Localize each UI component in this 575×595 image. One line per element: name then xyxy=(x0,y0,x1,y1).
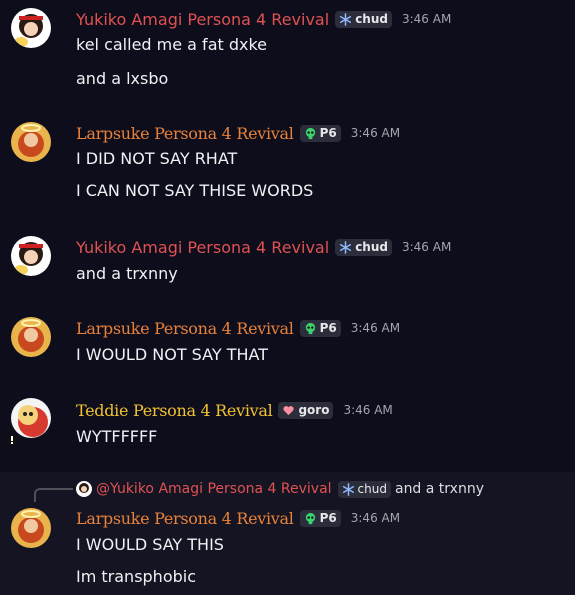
message-text: Im transphobic xyxy=(76,567,197,586)
role-tag-label: chud xyxy=(355,240,388,254)
snowflake-icon xyxy=(340,240,352,254)
role-tag[interactable]: chud xyxy=(335,10,392,28)
snowflake-icon xyxy=(342,482,354,496)
message-text: WYTFFFFF xyxy=(76,427,158,446)
role-tag-label: P6 xyxy=(319,321,337,335)
avatar[interactable] xyxy=(11,317,51,357)
username[interactable]: Teddie Persona 4 Revival xyxy=(76,401,273,420)
role-tag-label: chud xyxy=(355,12,388,26)
message-text: I CAN NOT SAY THISE WORDS xyxy=(76,181,314,200)
avatar[interactable] xyxy=(11,508,51,548)
message-text: and a trxnny xyxy=(76,264,178,283)
reply-avatar xyxy=(76,481,92,497)
reply-author[interactable]: @Yukiko Amagi Persona 4 Revival xyxy=(96,481,332,497)
skull-icon xyxy=(305,127,315,139)
timestamp: 3:46 AM xyxy=(350,126,401,140)
message-text: I DID NOT SAY RHAT xyxy=(76,149,238,168)
role-tag[interactable]: P6 xyxy=(299,124,341,142)
timestamp: 3:46 AM xyxy=(343,403,393,417)
message-text: I WOULD NOT SAY THAT xyxy=(76,345,268,364)
timestamp: 3:46 AM xyxy=(350,511,401,525)
username[interactable]: Yukiko Amagi Persona 4 Revival xyxy=(76,238,329,257)
heart-icon xyxy=(283,405,295,415)
timestamp: 3:46 AM xyxy=(401,12,452,26)
skull-icon xyxy=(305,322,315,334)
reply-connector xyxy=(34,488,73,502)
avatar[interactable] xyxy=(11,236,51,276)
reply-role-tag: chud xyxy=(337,480,391,498)
message-text: and a lxsbo xyxy=(76,69,169,88)
role-tag[interactable]: P6 xyxy=(299,319,341,337)
snowflake-icon xyxy=(340,12,352,26)
role-tag-label: P6 xyxy=(319,126,337,140)
username[interactable]: Larpsuke Persona 4 Revival xyxy=(76,124,294,143)
skull-icon xyxy=(305,512,315,524)
status-icon xyxy=(4,432,20,448)
reply-role-tag-label: chud xyxy=(357,482,387,496)
username[interactable]: Larpsuke Persona 4 Revival xyxy=(76,319,294,338)
role-tag[interactable]: chud xyxy=(335,238,392,256)
timestamp: 3:46 AM xyxy=(350,321,401,335)
timestamp: 3:46 AM xyxy=(401,240,452,254)
message-text: I WOULD SAY THIS xyxy=(76,535,224,554)
role-tag[interactable]: goro xyxy=(278,401,334,419)
role-tag-label: P6 xyxy=(319,511,337,525)
avatar[interactable] xyxy=(11,8,51,48)
reply-text: and a trxnny xyxy=(394,481,484,497)
message-text: kel called me a fat dxke xyxy=(76,35,268,54)
avatar[interactable] xyxy=(11,122,51,162)
role-tag-label: goro xyxy=(298,403,330,417)
reply-preview[interactable]: @Yukiko Amagi Persona 4 Revival chud and… xyxy=(76,479,484,499)
role-tag[interactable]: P6 xyxy=(299,509,341,527)
username[interactable]: Larpsuke Persona 4 Revival xyxy=(76,509,294,528)
username[interactable]: Yukiko Amagi Persona 4 Revival xyxy=(76,10,329,29)
